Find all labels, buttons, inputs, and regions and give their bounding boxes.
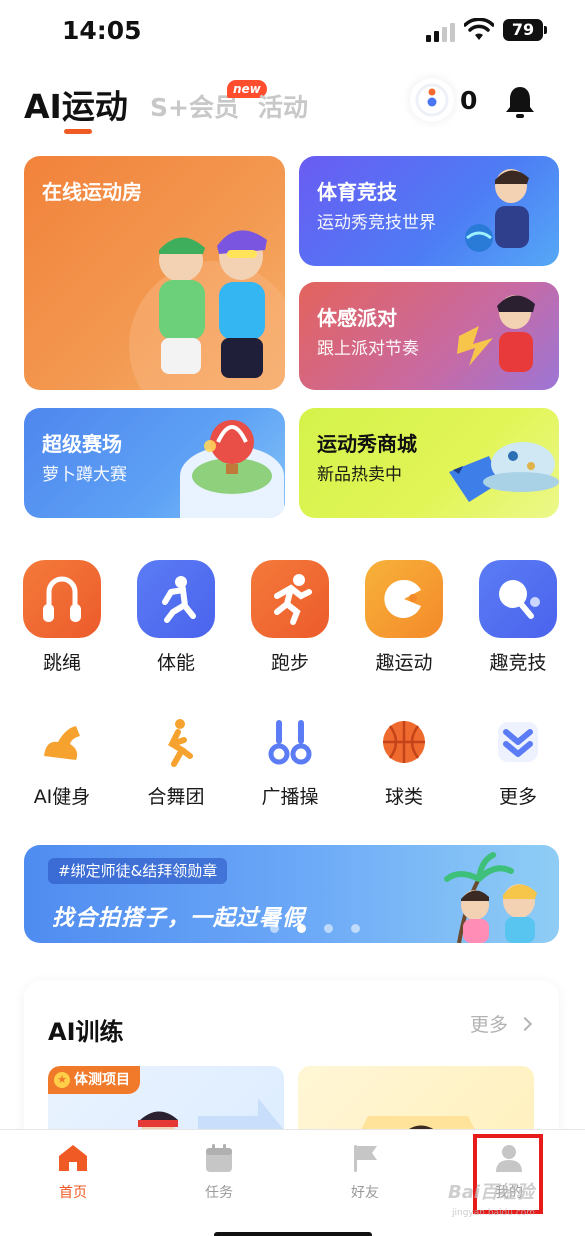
status-bar: 14:05 79: [0, 0, 585, 60]
category-running-label: 跑步: [270, 652, 309, 674]
card-party-subtitle: 跟上派对节奏: [317, 339, 419, 359]
subcategory-ball-games[interactable]: 球类: [354, 716, 454, 809]
tab-friends[interactable]: 好友: [320, 1142, 410, 1202]
card-online-room[interactable]: 在线运动房: [24, 156, 285, 390]
top-header: AI运动 S+会员 new 活动 0: [0, 70, 585, 140]
subcategory-broadcast-exercise-label: 广播操: [261, 786, 319, 808]
subcategory-ai-fitness[interactable]: AI健身: [12, 716, 112, 809]
energy-icon[interactable]: [410, 78, 454, 122]
dancer-illustration: [457, 295, 535, 372]
fitness-test-badge: ★ 体测项目: [48, 1066, 140, 1094]
subcategory-ai-fitness-label: AI健身: [33, 786, 91, 808]
category-fun-competition-label: 趣竞技: [489, 652, 547, 674]
banner-tag: #绑定师徒&结拜领勋章: [48, 858, 228, 884]
bell-icon[interactable]: [503, 84, 537, 120]
beach-friends-illustration: [444, 852, 537, 943]
wifi-icon: [464, 18, 494, 40]
ping-pong-icon: [479, 560, 557, 638]
card-shop[interactable]: 运动秀商城 新品热卖中: [299, 408, 559, 518]
category-fitness[interactable]: 体能: [126, 560, 226, 675]
category-fun-sport-label: 趣运动: [375, 652, 433, 674]
watermark-url: jingyan.baidu.com: [452, 1208, 536, 1218]
tab-ai-sport[interactable]: AI运动: [24, 80, 128, 128]
promo-banner[interactable]: #绑定师徒&结拜领勋章 找合拍搭子，一起过暑假: [24, 845, 559, 943]
jump-rope-icon: [23, 560, 101, 638]
subcategory-dance-label: 合舞团: [147, 786, 205, 808]
battery-level: 79: [503, 19, 543, 41]
status-time: 14:05: [62, 16, 142, 45]
home-indicator: [214, 1232, 372, 1236]
card-arena-title: 超级赛场: [42, 432, 122, 456]
card-shop-subtitle: 新品热卖中: [317, 465, 402, 485]
card-arena-subtitle: 萝卜蹲大赛: [42, 465, 127, 485]
subcategory-broadcast-exercise[interactable]: 广播操: [240, 716, 340, 809]
star-icon: ★: [54, 1072, 70, 1088]
more-chevron-icon: [492, 716, 544, 768]
watermark: Bai百经验: [448, 1182, 535, 1203]
fitness-test-label: 体测项目: [74, 1072, 130, 1088]
category-jump-rope-label: 跳绳: [42, 652, 81, 674]
home-icon: [57, 1142, 89, 1174]
subcategory-more[interactable]: 更多: [468, 716, 568, 809]
signal-icon: [426, 22, 456, 42]
tab-activity[interactable]: 活动: [258, 88, 308, 124]
category-fun-sport[interactable]: 趣运动: [354, 560, 454, 675]
fitness-icon: [137, 560, 215, 638]
chevron-right-icon: [517, 1016, 533, 1032]
running-icon: [251, 560, 329, 638]
pagination-dot[interactable]: [351, 924, 360, 933]
banner-pagination: [270, 924, 370, 934]
athletes-illustration: [129, 230, 285, 390]
card-super-arena[interactable]: 超级赛场 萝卜蹲大赛: [24, 408, 285, 518]
card-sports-title: 体育竞技: [317, 180, 397, 204]
tab-friends-label: 好友: [351, 1185, 379, 1201]
muscle-icon: [36, 716, 88, 768]
tab-tasks-label: 任务: [205, 1185, 233, 1201]
basketball-icon: [378, 716, 430, 768]
tab-member[interactable]: S+会员: [150, 88, 239, 124]
tab-tasks[interactable]: 任务: [174, 1142, 264, 1202]
calendar-icon: [203, 1142, 235, 1174]
flag-icon: [349, 1142, 381, 1174]
card-sports-subtitle: 运动秀竞技世界: [317, 213, 436, 233]
banner-headline: 找合拍搭子，一起过暑假: [52, 906, 306, 931]
card-online-room-title: 在线运动房: [42, 180, 142, 204]
category-running[interactable]: 跑步: [240, 560, 340, 675]
card-shop-title: 运动秀商城: [317, 432, 417, 456]
active-tab-indicator: [64, 129, 92, 134]
subcategory-dance[interactable]: 合舞团: [126, 716, 226, 809]
basketball-player-illustration: [465, 169, 529, 252]
dance-icon: [150, 716, 202, 768]
energy-count: 0: [460, 86, 478, 115]
pagination-dot[interactable]: [270, 924, 279, 933]
subcategory-more-label: 更多: [498, 786, 537, 808]
fun-sport-icon: [365, 560, 443, 638]
pagination-dot[interactable]: [297, 924, 306, 933]
category-jump-rope[interactable]: 跳绳: [12, 560, 112, 675]
subcategory-ball-games-label: 球类: [384, 786, 423, 808]
category-fun-competition[interactable]: 趣竞技: [468, 560, 568, 675]
more-link-label: 更多: [470, 1014, 509, 1036]
card-motion-party[interactable]: 体感派对 跟上派对节奏: [299, 282, 559, 390]
hat-toy-illustration: [449, 442, 559, 502]
ai-training-title: AI训练: [48, 1018, 124, 1046]
dumbbell-icon: [264, 716, 316, 768]
card-sports-competition[interactable]: 体育竞技 运动秀竞技世界: [299, 156, 559, 266]
card-party-title: 体感派对: [317, 306, 397, 330]
battery-tip: [544, 26, 547, 34]
ai-training-more-link[interactable]: 更多: [470, 1010, 533, 1037]
stadium-balloon-illustration: [180, 420, 284, 518]
category-fitness-label: 体能: [156, 652, 195, 674]
tab-home[interactable]: 首页: [28, 1142, 118, 1202]
app-screen: 14:05 79 AI运动 S+会员 new 活动 0 在线运动房 体育竞技 运…: [0, 0, 585, 1236]
tab-home-label: 首页: [59, 1185, 87, 1201]
pagination-dot[interactable]: [324, 924, 333, 933]
